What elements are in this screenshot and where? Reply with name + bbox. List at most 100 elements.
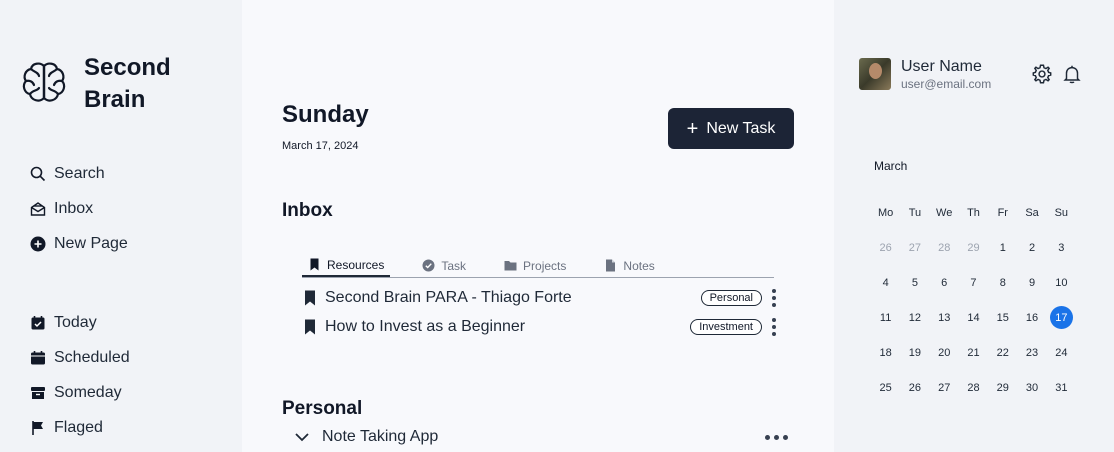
sidebar-item-inbox[interactable]: Inbox — [30, 191, 128, 226]
calendar-day[interactable]: 13 — [930, 312, 959, 324]
project-name: Note Taking App — [322, 428, 439, 445]
calendar-day[interactable]: 9 — [1017, 277, 1046, 289]
calendar-day[interactable]: 16 — [1017, 312, 1046, 324]
calendar-day[interactable]: 23 — [1017, 347, 1046, 359]
sidebar-nav-primary: Search Inbox New Page — [30, 156, 128, 261]
item-title: How to Invest as a Beginner — [325, 317, 526, 335]
calendar-day[interactable]: 28 — [930, 242, 959, 254]
calendar-day[interactable]: 7 — [959, 277, 988, 289]
calendar-week-row: 11 12 13 14 15 16 17 — [871, 300, 1076, 335]
calendar-day[interactable]: 18 — [871, 347, 900, 359]
more-vertical-icon[interactable] — [770, 288, 778, 307]
calendar-day[interactable]: 28 — [959, 382, 988, 394]
calendar-icon — [30, 350, 46, 366]
calendar-day[interactable]: 21 — [959, 347, 988, 359]
calendar-weekday: Su — [1054, 206, 1069, 219]
calendar-day[interactable]: 11 — [871, 312, 900, 324]
project-item[interactable]: Note Taking App — [294, 428, 788, 446]
calendar-check-icon — [30, 315, 46, 331]
calendar-day[interactable]: 14 — [959, 312, 988, 324]
sidebar-item-scheduled[interactable]: Scheduled — [30, 340, 130, 375]
calendar-day[interactable]: 25 — [871, 382, 900, 394]
sidebar-item-search[interactable]: Search — [30, 156, 128, 191]
sidebar-item-label: Scheduled — [54, 348, 130, 366]
calendar-day[interactable]: 2 — [1017, 242, 1046, 254]
sidebar-item-today[interactable]: Today — [30, 305, 130, 340]
calendar-weekday-row: Mo Tu We Th Fr Sa Su — [871, 195, 1076, 230]
calendar-day[interactable]: 8 — [988, 277, 1017, 289]
tag-badge[interactable]: Personal — [700, 289, 762, 306]
tab-label: Projects — [523, 258, 567, 273]
more-vertical-icon[interactable] — [770, 317, 778, 336]
avatar[interactable] — [859, 58, 891, 90]
sidebar-item-new-page[interactable]: New Page — [30, 226, 128, 261]
folder-icon — [504, 259, 517, 272]
page-title: Sunday — [282, 101, 369, 128]
calendar-weekday: We — [936, 206, 953, 219]
brand[interactable]: Second Brain — [20, 52, 184, 116]
calendar-day[interactable]: 19 — [900, 347, 929, 359]
main-content: Sunday March 17, 2024 + New Task Inbox R… — [242, 0, 834, 452]
calendar-day[interactable]: 3 — [1047, 242, 1076, 254]
calendar-day[interactable]: 31 — [1047, 382, 1076, 394]
calendar-day[interactable]: 15 — [988, 312, 1017, 324]
calendar-day[interactable]: 20 — [930, 347, 959, 359]
brand-name: Second Brain — [84, 54, 171, 113]
bookmark-icon — [308, 258, 321, 271]
calendar-day[interactable]: 26 — [871, 242, 900, 254]
tab-notes[interactable]: Notes — [598, 254, 660, 277]
flag-icon — [30, 420, 46, 436]
calendar-day[interactable]: 10 — [1047, 277, 1076, 289]
calendar-day[interactable]: 29 — [959, 242, 988, 254]
new-task-button[interactable]: + New Task — [668, 108, 794, 149]
sidebar-item-label: Today — [54, 313, 97, 331]
calendar-day[interactable]: 24 — [1047, 347, 1076, 359]
calendar-grid: Mo Tu We Th Fr Sa Su 26 27 28 29 1 2 3 4 5 6 7 8 9 10 11 12 13 1… — [871, 195, 1076, 405]
tab-task[interactable]: Task — [416, 254, 472, 277]
user-email: user@email.com — [901, 77, 992, 91]
tab-projects[interactable]: Projects — [498, 254, 572, 277]
sidebar-item-label: Someday — [54, 383, 122, 401]
calendar-week-row: 4 5 6 7 8 9 10 — [871, 265, 1076, 300]
plus-icon: + — [686, 117, 699, 140]
sidebar-item-label: New Page — [54, 234, 128, 252]
calendar-weekday: Sa — [1025, 206, 1039, 219]
list-item[interactable]: How to Invest as a Beginner Investment — [304, 312, 778, 341]
calendar-day[interactable]: 5 — [900, 277, 929, 289]
new-task-label: New Task — [706, 119, 776, 137]
user-name: User Name — [901, 58, 982, 75]
calendar-day[interactable]: 30 — [1017, 382, 1046, 394]
calendar-day[interactable]: 26 — [900, 382, 929, 394]
sidebar-item-label: Search — [54, 164, 105, 182]
calendar-day[interactable]: 22 — [988, 347, 1017, 359]
bell-icon[interactable] — [1061, 63, 1083, 85]
calendar-day[interactable]: 6 — [930, 277, 959, 289]
sidebar-item-label: Flaged — [54, 418, 103, 436]
calendar-day[interactable]: 27 — [900, 242, 929, 254]
calendar-month: March — [874, 159, 908, 173]
archive-icon — [30, 385, 46, 401]
inbox-icon — [30, 201, 46, 217]
tab-resources[interactable]: Resources — [302, 254, 391, 277]
sidebar-item-someday[interactable]: Someday — [30, 375, 130, 410]
search-icon — [30, 166, 46, 182]
tab-label: Resources — [327, 257, 385, 272]
calendar-weekday: Fr — [997, 206, 1008, 219]
calendar-week-row: 26 27 28 29 1 2 3 — [871, 230, 1076, 265]
calendar-weekday: Mo — [878, 206, 894, 219]
inbox-tabs: Resources Task Projects Notes — [302, 254, 774, 278]
gear-icon[interactable] — [1031, 63, 1053, 85]
list-item[interactable]: Second Brain PARA - Thiago Forte Persona… — [304, 283, 778, 312]
chevron-down-icon[interactable] — [294, 429, 310, 445]
sidebar-item-flaged[interactable]: Flaged — [30, 410, 130, 445]
tab-label: Notes — [623, 258, 655, 273]
calendar-day[interactable]: 12 — [900, 312, 929, 324]
calendar-day[interactable]: 4 — [871, 277, 900, 289]
bookmark-icon — [304, 319, 316, 335]
more-horizontal-icon[interactable] — [765, 434, 788, 440]
tag-badge[interactable]: Investment — [690, 318, 762, 335]
calendar-day[interactable]: 17 — [1047, 306, 1076, 329]
calendar-day[interactable]: 29 — [988, 382, 1017, 394]
calendar-day[interactable]: 27 — [930, 382, 959, 394]
calendar-day[interactable]: 1 — [988, 242, 1017, 254]
